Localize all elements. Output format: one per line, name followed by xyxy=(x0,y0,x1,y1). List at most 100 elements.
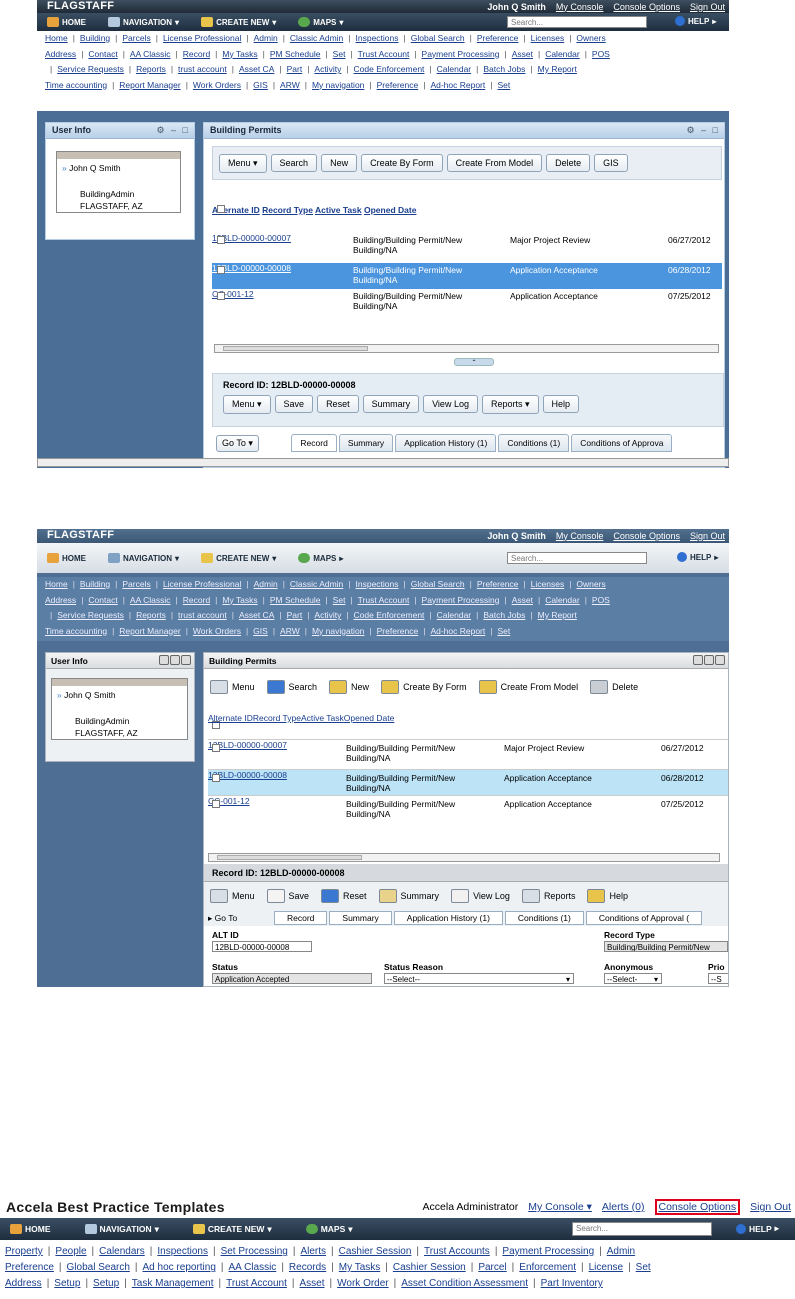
view-log-button[interactable]: View Log xyxy=(423,395,478,413)
table-row[interactable]: 12BLD-00000-00008 Building/Building Permi… xyxy=(208,769,728,795)
summary-button[interactable]: Summary xyxy=(362,395,420,413)
tab-part[interactable]: Part xyxy=(287,610,303,620)
view-log-button[interactable]: View Log xyxy=(451,889,510,903)
tab-my-tasks[interactable]: My Tasks xyxy=(222,49,257,59)
row-checkbox[interactable] xyxy=(217,266,225,274)
tab-my-report[interactable]: My Report xyxy=(538,64,577,74)
tab-record[interactable]: Record xyxy=(183,49,210,59)
col-record-type[interactable]: Record Type xyxy=(262,205,313,215)
tab-report-manager[interactable]: Report Manager xyxy=(119,80,180,90)
console-options-link[interactable]: Console Options xyxy=(613,2,680,12)
tab-aa-classic[interactable]: AA Classic xyxy=(130,595,171,605)
tab-inspections[interactable]: Inspections xyxy=(356,579,399,589)
tab-contact[interactable]: Contact xyxy=(88,595,117,605)
row-checkbox[interactable] xyxy=(212,744,220,752)
select-all-checkbox[interactable] xyxy=(217,205,225,213)
tab-arw[interactable]: ARW xyxy=(280,80,300,90)
home-menu[interactable]: HOME xyxy=(10,1224,51,1234)
tab-admin[interactable]: Admin xyxy=(254,33,278,43)
subtab-record[interactable]: Record xyxy=(291,434,337,452)
sign-out-link[interactable]: Sign Out xyxy=(690,531,725,541)
navigation-menu[interactable]: NAVIGATION ▾ xyxy=(84,1224,159,1235)
tab-admin[interactable]: Admin xyxy=(607,1246,635,1257)
tab-code-enforcement[interactable]: Code Enforcement xyxy=(354,610,425,620)
col-active-task[interactable]: Active Task xyxy=(301,713,344,723)
create-new-menu[interactable]: CREATE NEW ▾ xyxy=(201,553,276,563)
subtab-conditions-1[interactable]: Conditions (1) xyxy=(504,911,584,925)
panel-controls[interactable]: ⚙ – □ xyxy=(686,125,720,136)
subtab-application-history-1[interactable]: Application History (1) xyxy=(393,911,503,925)
console-options-link[interactable]: Console Options xyxy=(613,531,680,541)
tab-ad-hoc-reporting[interactable]: Ad hoc reporting xyxy=(143,1262,216,1273)
tab-home[interactable]: Home xyxy=(45,579,68,589)
tab-inspections[interactable]: Inspections xyxy=(157,1246,208,1257)
tab-payment-processing[interactable]: Payment Processing xyxy=(422,49,500,59)
menu-button[interactable]: Menu xyxy=(210,889,255,903)
create-new-menu[interactable]: CREATE NEW ▾ xyxy=(192,1224,272,1235)
tab-calendars[interactable]: Calendars xyxy=(99,1246,145,1257)
table-row[interactable]: 12BLD-00000-00007 Building/Building Permi… xyxy=(208,739,728,765)
tab-owners[interactable]: Owners xyxy=(576,33,605,43)
tab-property[interactable]: Property xyxy=(5,1246,43,1257)
tab-activity[interactable]: Activity xyxy=(314,610,341,620)
tab-pos[interactable]: POS xyxy=(592,49,610,59)
save-button[interactable]: Save xyxy=(266,889,309,903)
delete-button[interactable]: Delete xyxy=(546,154,591,172)
search-button[interactable]: Search xyxy=(266,680,317,694)
tab-cashier-session[interactable]: Cashier Session xyxy=(339,1246,412,1257)
help-menu[interactable]: HELP ▸ xyxy=(736,1223,779,1234)
tab-asset-condition-assessment[interactable]: Asset Condition Assessment xyxy=(401,1278,528,1289)
tab-contact[interactable]: Contact xyxy=(88,49,117,59)
tab-global-search[interactable]: Global Search xyxy=(411,33,465,43)
tab-set[interactable]: Set xyxy=(636,1262,651,1273)
tab-global-search[interactable]: Global Search xyxy=(411,579,465,589)
tab-service-requests[interactable]: Service Requests xyxy=(57,64,124,74)
tab-license-professional[interactable]: License Professional xyxy=(163,33,241,43)
tab-setup[interactable]: Setup xyxy=(54,1278,80,1289)
tab-reports[interactable]: Reports xyxy=(136,64,166,74)
subtab-record[interactable]: Record xyxy=(274,911,328,925)
row-checkbox[interactable] xyxy=(212,774,220,782)
my-console-link[interactable]: My Console xyxy=(556,531,604,541)
tab-ad-hoc-report[interactable]: Ad-hoc Report xyxy=(430,80,485,90)
tab-my-report[interactable]: My Report xyxy=(538,610,577,620)
tab-report-manager[interactable]: Report Manager xyxy=(119,626,180,636)
tab-preference[interactable]: Preference xyxy=(477,579,519,589)
tab-trust-account[interactable]: trust account xyxy=(178,610,227,620)
goto-button[interactable]: Go To ▾ xyxy=(216,435,259,452)
alt-id-field[interactable]: 12BLD-00000-00008 xyxy=(212,941,312,952)
create-from-model-button[interactable]: Create From Model xyxy=(446,154,543,172)
tab-parcels[interactable]: Parcels xyxy=(122,579,150,589)
tab-owners[interactable]: Owners xyxy=(576,579,605,589)
panel-controls[interactable] xyxy=(159,655,191,665)
tab-licenses[interactable]: Licenses xyxy=(531,579,565,589)
tab-set[interactable]: Set xyxy=(497,626,510,636)
tab-work-orders[interactable]: Work Orders xyxy=(193,626,241,636)
tab-pm-schedule[interactable]: PM Schedule xyxy=(270,49,321,59)
tab-home[interactable]: Home xyxy=(45,33,68,43)
panel-controls[interactable] xyxy=(693,655,725,665)
tab-service-requests[interactable]: Service Requests xyxy=(57,610,124,620)
tab-my-tasks[interactable]: My Tasks xyxy=(339,1262,381,1273)
tab-set[interactable]: Set xyxy=(497,80,510,90)
tab-setup[interactable]: Setup xyxy=(93,1278,119,1289)
col-opened-date[interactable]: Opened Date xyxy=(364,205,416,215)
row-checkbox[interactable] xyxy=(217,292,225,300)
tab-asset[interactable]: Asset xyxy=(512,595,533,605)
tab-trust-account[interactable]: Trust Account xyxy=(358,49,410,59)
tab-address[interactable]: Address xyxy=(45,595,76,605)
tab-batch-jobs[interactable]: Batch Jobs xyxy=(483,64,525,74)
tab-records[interactable]: Records xyxy=(289,1262,326,1273)
tab-asset[interactable]: Asset xyxy=(300,1278,325,1289)
tab-record[interactable]: Record xyxy=(183,595,210,605)
tab-activity[interactable]: Activity xyxy=(314,64,341,74)
tab-classic-admin[interactable]: Classic Admin xyxy=(290,33,343,43)
tab-classic-admin[interactable]: Classic Admin xyxy=(290,579,343,589)
gis-button[interactable]: GIS xyxy=(594,154,628,172)
home-menu[interactable]: HOME xyxy=(47,553,86,563)
navigation-menu[interactable]: NAVIGATION ▾ xyxy=(108,17,179,27)
tab-set[interactable]: Set xyxy=(333,49,346,59)
subtab-conditions-of-approval[interactable]: Conditions of Approval ( xyxy=(585,911,703,925)
tab-time-accounting[interactable]: Time accounting xyxy=(45,80,107,90)
tab-admin[interactable]: Admin xyxy=(254,579,278,589)
